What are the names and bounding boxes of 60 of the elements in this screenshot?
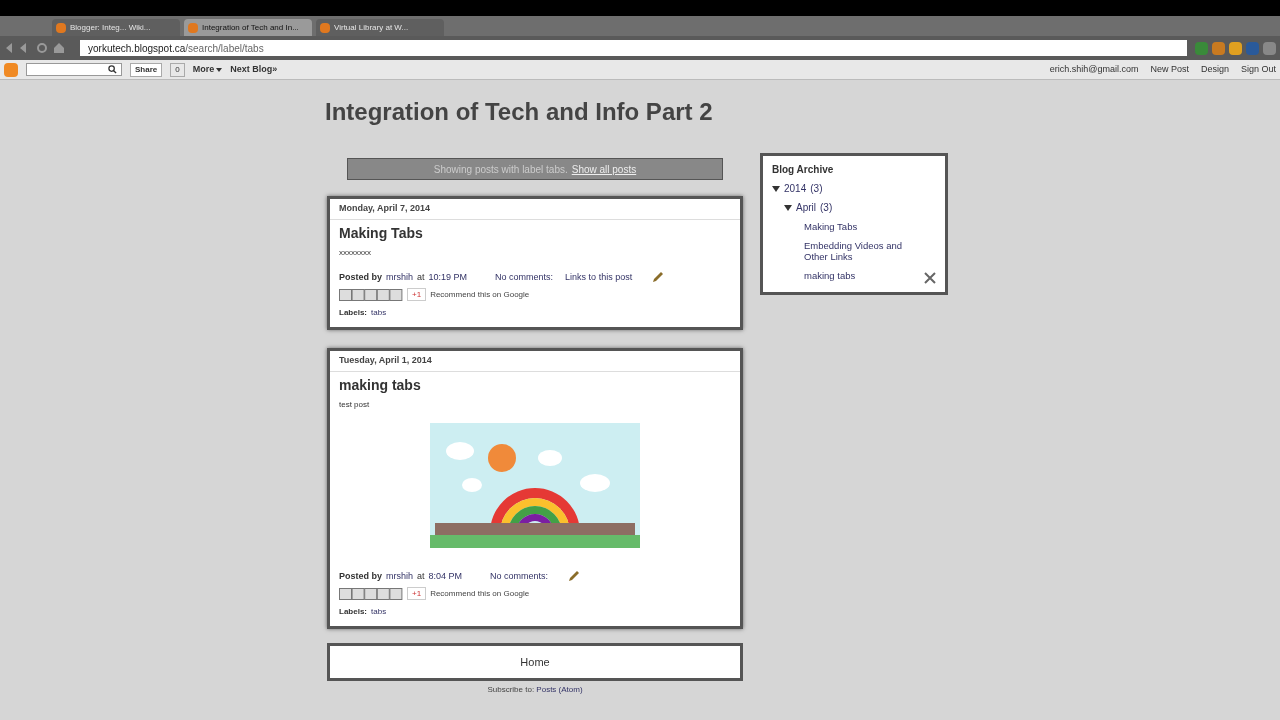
home-link[interactable]: Home <box>520 653 550 671</box>
search-field[interactable] <box>26 63 122 76</box>
archive-link[interactable]: April <box>796 200 816 215</box>
search-icon[interactable] <box>108 65 117 74</box>
recommend-text: Recommend this on Google <box>430 587 530 600</box>
recommend-text: Recommend this on Google <box>430 288 530 301</box>
gplus-button[interactable]: +1 <box>407 288 427 301</box>
at-text: at <box>417 569 425 583</box>
toggle-icon[interactable] <box>784 203 792 212</box>
account-email: erich.shih@gmail.com <box>1049 62 1139 76</box>
author-link[interactable]: mrshih <box>386 270 414 284</box>
labels-heading: Labels: <box>339 606 367 618</box>
navbar-link[interactable]: New Post <box>1150 62 1189 77</box>
backlinks-link[interactable]: Links to this post <box>565 270 633 284</box>
label-link[interactable]: tabs <box>371 307 387 319</box>
share-icons[interactable] <box>339 288 403 301</box>
subscribe-text: Subscribe to: <box>487 685 535 694</box>
labels-heading: Labels: <box>339 307 367 319</box>
share-count: 0 <box>170 62 185 77</box>
comments-link[interactable]: No comments: <box>495 270 554 284</box>
navbar-link[interactable]: Sign Out <box>1240 62 1276 77</box>
archive-count: (3) <box>810 182 823 196</box>
toggle-icon[interactable] <box>772 184 780 193</box>
pencil-icon[interactable] <box>568 570 581 583</box>
share-icons[interactable] <box>339 587 403 600</box>
extension-icons[interactable] <box>1195 41 1276 55</box>
next-blog-link[interactable]: Next Blog» <box>230 62 278 77</box>
comments-link[interactable]: No comments: <box>490 569 549 583</box>
browser-tab[interactable]: Virtual Library at W... <box>316 19 444 36</box>
subscribe-link[interactable]: Posts (Atom) <box>536 685 583 694</box>
post-time-link[interactable]: 10:19 PM <box>428 270 468 284</box>
share-button[interactable]: Share <box>130 62 163 77</box>
at-text: at <box>417 270 425 284</box>
blog-title[interactable]: Integration of Tech and Info Part 2 <box>325 94 713 130</box>
archive-count: (3) <box>820 201 833 215</box>
label-link[interactable]: tabs <box>371 606 387 618</box>
pencil-icon[interactable] <box>652 271 665 284</box>
widget-title: Blog Archive <box>772 163 835 177</box>
author-link[interactable]: mrshih <box>386 569 414 583</box>
more-menu[interactable]: More <box>192 62 223 77</box>
archive-post-link[interactable]: Making Tabs <box>796 219 906 234</box>
post-body: test post <box>339 398 371 411</box>
post-byline: Posted by <box>339 569 382 583</box>
address-bar[interactable]: yorkutech.blogspot.ca/search/label/tabs <box>80 40 1187 56</box>
caret-icon <box>216 67 223 72</box>
browser-tab[interactable]: Integration of Tech and In... <box>184 19 312 36</box>
browser-tab[interactable]: Blogger: Integ... Wiki... <box>52 19 180 36</box>
archive-post-link[interactable]: Embedding Videos and Other Links <box>796 238 906 264</box>
post-byline: Posted by <box>339 270 382 284</box>
archive-link[interactable]: 2014 <box>784 181 807 196</box>
post-date: Tuesday, April 1, 2014 <box>330 351 740 372</box>
post-body: xxxxxxxx <box>339 246 372 259</box>
status-message: Showing posts with label tabs. Show all posts <box>347 158 723 180</box>
navbar-link[interactable]: Design <box>1200 62 1229 77</box>
post-date: Monday, April 7, 2014 <box>330 199 740 220</box>
gplus-button[interactable]: +1 <box>407 587 427 600</box>
post-title[interactable]: making tabs <box>339 375 731 394</box>
post-time-link[interactable]: 8:04 PM <box>428 569 463 583</box>
post-title[interactable]: Making Tabs <box>339 223 731 242</box>
archive-post-link[interactable]: making tabs <box>796 268 906 283</box>
